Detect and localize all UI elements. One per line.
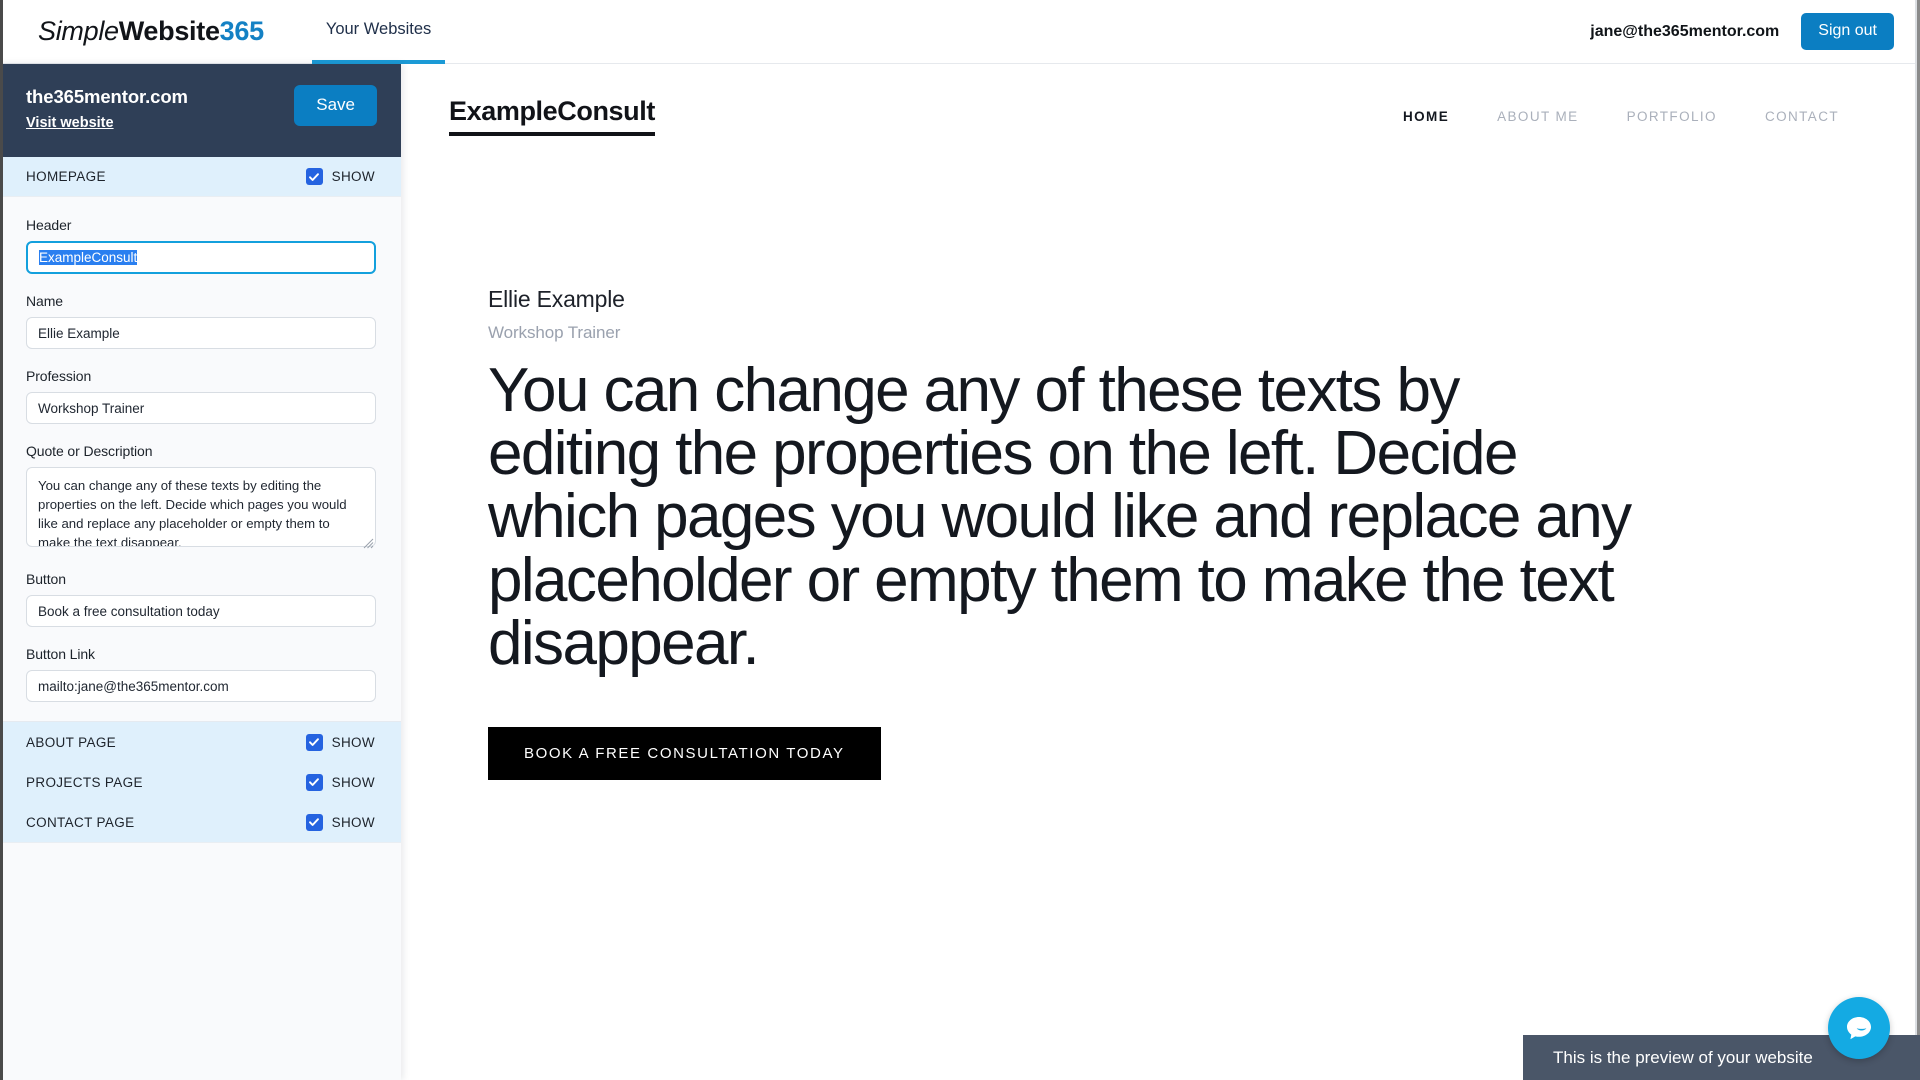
preview-nav-menu: HOME ABOUT ME PORTFOLIO CONTACT — [1403, 109, 1839, 124]
brand-part-simple: Simple — [38, 16, 119, 46]
preview-person-profession: Workshop Trainer — [488, 323, 621, 342]
field-quote-label: Quote or Description — [26, 443, 153, 459]
profession-input[interactable] — [26, 392, 376, 424]
field-name: Name — [26, 293, 376, 349]
user-email: jane@the365mentor.com — [1590, 22, 1780, 40]
preview-site-nav: ExampleConsult HOME ABOUT ME PORTFOLIO C… — [406, 64, 1915, 168]
field-button-label: Button — [26, 571, 66, 587]
preview-site-logo[interactable]: ExampleConsult — [449, 96, 655, 136]
button-text-input[interactable] — [26, 595, 376, 627]
section-projects-page[interactable]: PROJECTS PAGE SHOW — [0, 762, 401, 802]
checkbox-about-page-show[interactable] — [305, 733, 323, 751]
quote-textarea[interactable] — [26, 467, 376, 547]
brand-part-365: 365 — [219, 16, 264, 46]
check-icon — [309, 818, 320, 826]
app-nav-tabs: Your Websites — [311, 0, 446, 64]
checkbox-projects-page-show[interactable] — [305, 773, 323, 791]
field-quote: Quote or Description — [26, 443, 376, 552]
save-button[interactable]: Save — [294, 85, 377, 126]
sidebar-site-header: the365mentor.com Visit website Save — [0, 64, 401, 157]
checkbox-about-page-label: SHOW — [331, 734, 375, 750]
field-profession-label: Profession — [26, 368, 92, 384]
section-contact-page-title: CONTACT PAGE — [26, 814, 135, 830]
visit-website-link[interactable]: Visit website — [26, 115, 114, 131]
preview-person-name: Ellie Example — [488, 286, 625, 312]
check-icon — [309, 172, 320, 181]
app-header-right: jane@the365mentor.com Sign out — [1590, 13, 1894, 50]
preview-nav-contact[interactable]: CONTACT — [1765, 109, 1839, 124]
editor-sidebar: the365mentor.com Visit website Save HOME… — [0, 64, 401, 1080]
website-preview: ExampleConsult HOME ABOUT ME PORTFOLIO C… — [406, 64, 1915, 1080]
section-about-page-show: SHOW — [305, 733, 375, 751]
field-name-label: Name — [26, 293, 63, 309]
field-header-label: Header — [26, 217, 72, 233]
tab-your-websites-label: Your Websites — [325, 20, 432, 38]
brand-logo[interactable]: SimpleWebsite365 — [38, 18, 264, 45]
checkbox-homepage-label: SHOW — [331, 169, 375, 184]
preview-cta-button[interactable]: BOOK A FREE CONSULTATION TODAY — [488, 727, 881, 781]
checkbox-contact-page-show[interactable] — [305, 813, 323, 831]
section-projects-page-title: PROJECTS PAGE — [26, 774, 143, 790]
section-contact-page[interactable]: CONTACT PAGE SHOW — [0, 802, 401, 842]
checkbox-projects-page-label: SHOW — [331, 774, 375, 790]
section-contact-page-show: SHOW — [305, 813, 375, 831]
field-header: Header — [26, 217, 376, 274]
window-left-edge — [0, 0, 3, 1080]
field-button-link: Button Link — [26, 646, 376, 702]
button-link-input[interactable] — [26, 670, 376, 702]
section-homepage-title: HOMEPAGE — [26, 169, 106, 184]
header-input[interactable] — [26, 241, 376, 274]
page-sections-list: ABOUT PAGE SHOW PROJECTS PAGE SHOW CONTA… — [0, 721, 401, 842]
brand-part-website: Website — [118, 16, 220, 46]
preview-hero: Ellie Example Workshop Trainer You can c… — [406, 168, 1915, 781]
check-icon — [309, 738, 320, 746]
preview-nav-about-me[interactable]: ABOUT ME — [1497, 109, 1578, 124]
section-homepage[interactable]: HOMEPAGE SHOW — [0, 157, 401, 197]
chat-bubble-icon — [1847, 1017, 1871, 1040]
preview-hero-quote: You can change any of these texts by edi… — [488, 356, 1632, 678]
field-button-link-label: Button Link — [26, 646, 95, 662]
chat-widget-button[interactable] — [1828, 997, 1890, 1059]
tab-your-websites[interactable]: Your Websites — [311, 0, 446, 64]
checkbox-contact-page-label: SHOW — [331, 814, 375, 830]
homepage-fields: Header Name Profession Quote or Descript… — [0, 197, 401, 702]
checkbox-homepage-show[interactable] — [305, 168, 323, 185]
sidebar-empty-area — [0, 842, 401, 1022]
section-about-page-title: ABOUT PAGE — [26, 734, 117, 750]
preview-nav-home[interactable]: HOME — [1403, 109, 1449, 124]
section-homepage-show: SHOW — [305, 168, 375, 185]
name-input[interactable] — [26, 317, 376, 349]
section-about-page[interactable]: ABOUT PAGE SHOW — [0, 722, 401, 762]
sign-out-button[interactable]: Sign out — [1801, 13, 1894, 50]
section-projects-page-show: SHOW — [305, 773, 375, 791]
sidebar-site-meta: the365mentor.com Visit website — [26, 86, 188, 131]
field-profession: Profession — [26, 368, 376, 424]
preview-nav-portfolio[interactable]: PORTFOLIO — [1627, 109, 1717, 124]
site-domain: the365mentor.com — [26, 86, 188, 107]
check-icon — [309, 778, 320, 786]
app-header: SimpleWebsite365 Your Websites jane@the3… — [0, 0, 1920, 64]
field-button: Button — [26, 571, 376, 627]
